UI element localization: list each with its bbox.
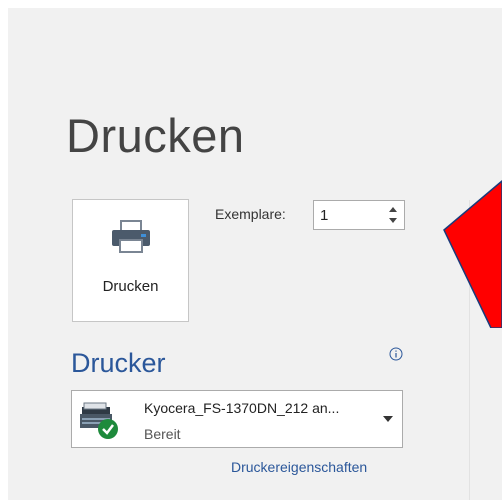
printer-icon	[112, 220, 150, 253]
printer-name: Kyocera_FS-1370DN_212 an...	[144, 400, 340, 416]
chevron-up-icon	[389, 207, 397, 212]
print-backstage-page: Drucken Drucken Exemplare: Drucker	[0, 0, 502, 500]
print-button-label: Drucken	[102, 278, 159, 295]
printer-status: Bereit	[144, 426, 181, 442]
copies-stepper	[313, 200, 405, 230]
page-title: Drucken	[66, 109, 245, 162]
copies-decrement-button[interactable]	[386, 215, 400, 227]
info-icon[interactable]	[389, 347, 403, 361]
checkmark-icon	[98, 419, 118, 439]
red-annotation-shape	[443, 180, 502, 328]
copies-input[interactable]	[320, 204, 370, 226]
printer-section-title: Drucker	[71, 348, 166, 378]
print-button[interactable]: Drucken	[72, 199, 189, 322]
copies-label: Exemplare:	[215, 206, 286, 222]
printer-properties-link[interactable]: Druckereigenschaften	[231, 459, 367, 475]
chevron-down-icon	[383, 416, 393, 422]
printer-dropdown[interactable]: Kyocera_FS-1370DN_212 an... Bereit	[71, 390, 403, 448]
chevron-down-small-icon	[389, 218, 397, 223]
copies-increment-button[interactable]	[386, 203, 400, 215]
printer-device-icon	[80, 402, 118, 439]
